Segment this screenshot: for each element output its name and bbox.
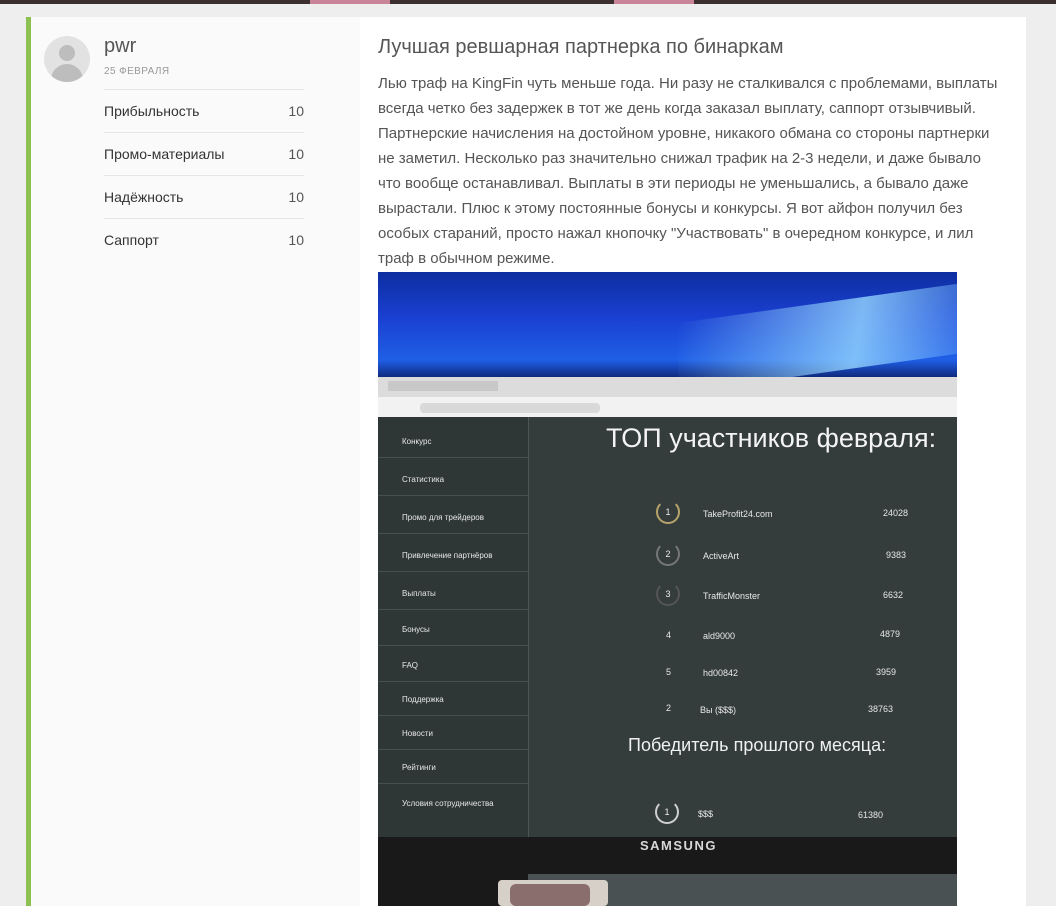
- rating-label: Промо-материалы: [104, 146, 225, 162]
- ratings-list: Прибыльность 10 Промо-материалы 10 Надёж…: [104, 89, 304, 261]
- rating-row: Промо-материалы 10: [104, 132, 304, 175]
- menu-item: Рейтинги: [402, 763, 436, 772]
- menu-item: Статистика: [402, 475, 445, 484]
- review-card: pwr 25 ФЕВРАЛЯ Прибыльность 10 Промо-мат…: [26, 17, 1026, 906]
- rating-row: Саппорт 10: [104, 218, 304, 261]
- review-text: Лью траф на KingFin чуть меньше года. Ни…: [378, 75, 998, 267]
- desktop-wallpaper: [378, 272, 957, 394]
- menu-item: Бонусы: [402, 625, 430, 634]
- author-name[interactable]: pwr: [104, 35, 136, 58]
- avatar[interactable]: [44, 36, 90, 82]
- rating-value: 10: [288, 232, 304, 248]
- laurel-icon: 1: [655, 800, 679, 824]
- rating-label: Прибыльность: [104, 103, 200, 119]
- menu-item: Условия сотрудничества: [402, 799, 494, 808]
- rating-row: Прибыльность 10: [104, 89, 304, 132]
- rating-value: 10: [288, 189, 304, 205]
- menu-item: FAQ: [402, 661, 419, 670]
- top-score: 9383: [886, 550, 907, 560]
- rating-label: Саппорт: [104, 232, 159, 248]
- review-sidebar: pwr 25 ФЕВРАЛЯ Прибыльность 10 Промо-мат…: [31, 17, 360, 906]
- top-name: ActiveArt: [703, 551, 740, 561]
- top-bar: [0, 0, 1056, 4]
- top-bar-accent: [310, 0, 390, 4]
- rating-value: 10: [288, 146, 304, 162]
- winner-name: $$$: [698, 809, 714, 819]
- review-title: Лучшая ревшарная партнерка по бинаркам: [378, 36, 784, 58]
- winner-score: 61380: [858, 810, 884, 820]
- dashboard-screen: Конкурс Статистика Промо для трейдеров П…: [378, 417, 957, 837]
- top-name: Вы ($$$): [700, 705, 736, 715]
- laurel-icon: 2: [656, 542, 680, 566]
- menu-item: Привлечение партнёров: [402, 551, 493, 560]
- top-name: hd00842: [703, 668, 739, 678]
- menu-item: Конкурс: [402, 437, 432, 446]
- laurel-icon: 3: [656, 582, 680, 606]
- dashboard-menu: Конкурс Статистика Промо для трейдеров П…: [378, 417, 529, 837]
- top-score: 24028: [883, 508, 909, 518]
- menu-item: Новости: [402, 729, 433, 738]
- top-rank: 5: [666, 667, 672, 677]
- top-rank: 2: [666, 703, 672, 713]
- laurel-icon: 1: [656, 500, 680, 524]
- avatar-head-icon: [59, 45, 75, 61]
- top-name: TakeProfit24.com: [703, 509, 773, 519]
- winner-title: Победитель прошлого месяца:: [628, 735, 887, 755]
- top-bar-accent: [614, 0, 694, 4]
- top-score: 6632: [883, 590, 904, 600]
- top-rank: 4: [666, 630, 672, 640]
- top-name: TrafficMonster: [703, 591, 761, 601]
- top-score: 4879: [880, 629, 901, 639]
- top-score: 3959: [876, 667, 897, 677]
- phone: [510, 884, 590, 906]
- rating-row: Надёжность 10: [104, 175, 304, 218]
- top-score: 38763: [868, 704, 894, 714]
- review-photo[interactable]: Конкурс Статистика Промо для трейдеров П…: [378, 272, 957, 906]
- rating-label: Надёжность: [104, 189, 184, 205]
- top-name: ald9000: [703, 631, 736, 641]
- review-date: 25 ФЕВРАЛЯ: [104, 66, 170, 77]
- screen-title: ТОП участников февраля:: [606, 423, 937, 453]
- menu-item: Промо для трейдеров: [402, 513, 485, 522]
- monitor-brand: SAMSUNG: [640, 838, 717, 853]
- rating-value: 10: [288, 103, 304, 119]
- menu-item: Поддержка: [402, 695, 444, 704]
- avatar-body-icon: [51, 64, 83, 82]
- menu-item: Выплаты: [402, 589, 436, 598]
